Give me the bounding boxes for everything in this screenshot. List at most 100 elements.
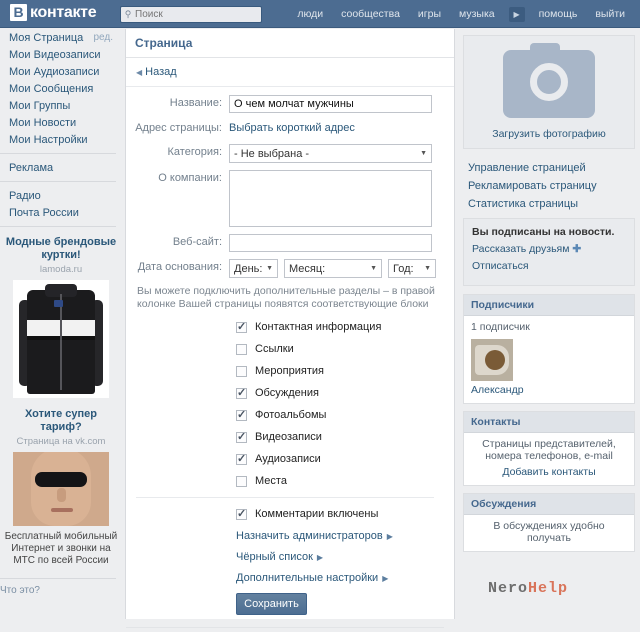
choose-short-address-link[interactable]: Выбрать короткий адрес xyxy=(229,120,355,137)
promote-page-link[interactable]: Рекламировать страницу xyxy=(464,177,635,195)
sidebar-item-my-news[interactable]: Мои Новости xyxy=(0,114,122,131)
checkbox-label: Обсуждения xyxy=(255,387,319,399)
checkbox-label: Фотоальбомы xyxy=(255,409,327,421)
checkbox-row-photo-albums[interactable]: Фотоальбомы xyxy=(236,408,444,421)
sidebar-item-my-messages[interactable]: Мои Сообщения xyxy=(0,80,122,97)
nav-item-logout[interactable]: выйти xyxy=(586,0,634,28)
year-select[interactable]: Год: ▼ xyxy=(388,259,436,278)
subscription-box: Вы подписаны на новости. Рассказать друз… xyxy=(463,218,635,286)
sidebar-item-my-videos[interactable]: Мои Видеозаписи xyxy=(0,46,122,63)
month-select[interactable]: Месяц: ▼ xyxy=(284,259,382,278)
sidebar-item-radio[interactable]: Радио xyxy=(0,187,122,204)
nav-item-games[interactable]: игры xyxy=(409,0,450,28)
sidebar-item-russian-post[interactable]: Почта России xyxy=(0,204,122,221)
sidebar-item-my-page[interactable]: Моя Страница ред. xyxy=(0,29,122,46)
checkbox-discussions[interactable] xyxy=(236,386,247,399)
field-label-about: О компании: xyxy=(158,172,222,184)
search-box[interactable]: ⚲ xyxy=(120,6,262,23)
link-label: Чёрный список xyxy=(236,551,313,563)
checkbox-row-audio[interactable]: Аудиозаписи xyxy=(236,452,444,465)
subscription-status: Вы подписаны на новости. xyxy=(472,226,615,238)
camera-icon xyxy=(503,43,595,118)
tell-friends-link[interactable]: Рассказать друзьям ✚ xyxy=(472,243,626,255)
website-input[interactable] xyxy=(229,234,432,252)
subscribers-body: 1 подписчик Александр xyxy=(464,316,634,403)
sidebar-ad-jackets[interactable]: Модные брендовые куртки! lamoda.ru xyxy=(0,232,122,404)
chevron-down-icon: ▼ xyxy=(424,265,431,272)
ad-domain: Страница на vk.com xyxy=(16,436,106,447)
sidebar-divider-3 xyxy=(0,226,116,227)
contacts-body: Страницы представителей, номера телефоно… xyxy=(464,433,634,485)
day-select[interactable]: День: ▼ xyxy=(229,259,278,278)
checkbox-photo-albums[interactable] xyxy=(236,408,247,421)
checkbox-places[interactable] xyxy=(236,475,247,487)
sidebar-item-my-audio[interactable]: Мои Аудиозаписи xyxy=(0,63,122,80)
ad-domain: lamoda.ru xyxy=(39,264,83,275)
checkbox-row-discussions[interactable]: Обсуждения xyxy=(236,386,444,399)
avatar[interactable] xyxy=(471,339,513,381)
sidebar-edit-link[interactable]: ред. xyxy=(93,32,113,43)
manage-page-link[interactable]: Управление страницей xyxy=(464,159,635,177)
search-input[interactable] xyxy=(135,8,253,21)
arrow-right-icon: ▶ xyxy=(316,553,324,562)
assign-administrators-link[interactable]: Назначить администраторов ▶ xyxy=(236,530,444,542)
face-photo xyxy=(13,452,109,526)
checkbox-links[interactable] xyxy=(236,343,247,355)
date-selectors: День: ▼ Месяц: ▼ Год: ▼ xyxy=(229,259,436,278)
checkbox-videos[interactable] xyxy=(236,430,247,443)
field-row-category: Категория: - Не выбрана - ▼ xyxy=(126,144,444,163)
chevron-down-icon: ▼ xyxy=(420,150,427,157)
discussions-panel: Обсуждения В обсуждениях удобно получать xyxy=(463,493,635,552)
chevron-down-icon: ▼ xyxy=(266,265,273,272)
unsubscribe-link[interactable]: Отписаться xyxy=(472,260,626,272)
sidebar-divider-4 xyxy=(0,578,116,579)
subscribers-title: Подписчики xyxy=(464,295,634,316)
checkbox-row-videos[interactable]: Видеозаписи xyxy=(236,430,444,443)
checkbox-row-contact-info[interactable]: Контактная информация xyxy=(236,320,444,333)
field-label-name: Название: xyxy=(169,97,222,109)
sidebar-divider-1 xyxy=(0,153,116,154)
discussions-body: В обсуждениях удобно получать xyxy=(464,515,634,551)
sidebar-item-my-groups[interactable]: Мои Группы xyxy=(0,97,122,114)
ad-what-is-this-link[interactable]: Что это? xyxy=(0,585,122,596)
back-row[interactable]: ◀ Назад xyxy=(126,58,454,87)
page-statistics-link[interactable]: Статистика страницы xyxy=(464,195,635,213)
photo-upload-box[interactable]: Загрузить фотографию xyxy=(463,35,635,149)
checkbox-audio[interactable] xyxy=(236,452,247,465)
day-select-value: День: xyxy=(234,262,263,275)
save-button[interactable]: Сохранить xyxy=(236,593,307,615)
logo-text: контакте xyxy=(30,4,97,21)
checkbox-events[interactable] xyxy=(236,365,247,377)
checkbox-comments-enabled[interactable] xyxy=(236,507,247,520)
nav-item-music[interactable]: музыка xyxy=(450,0,504,28)
sidebar-item-advertising[interactable]: Реклама xyxy=(0,159,122,176)
checkbox-label: Места xyxy=(255,475,287,487)
back-link[interactable]: Назад xyxy=(145,66,177,78)
sidebar-item-my-settings[interactable]: Мои Настройки xyxy=(0,131,122,148)
blacklist-link[interactable]: Чёрный список ▶ xyxy=(236,551,444,563)
checkbox-contact-info[interactable] xyxy=(236,320,247,333)
checkbox-row-events[interactable]: Мероприятия xyxy=(236,365,444,377)
about-textarea[interactable] xyxy=(229,170,432,227)
back-arrow-icon: ◀ xyxy=(136,68,143,77)
nav-item-people[interactable]: люди xyxy=(288,0,332,28)
upload-photo-link[interactable]: Загрузить фотографию xyxy=(464,128,634,140)
checkbox-row-links[interactable]: Ссылки xyxy=(236,343,444,355)
discussions-description: В обсуждениях удобно получать xyxy=(493,520,605,544)
checkbox-row-comments-enabled[interactable]: Комментарии включены xyxy=(236,507,444,520)
name-input[interactable] xyxy=(229,95,432,113)
vk-logo[interactable]: В контакте xyxy=(10,4,97,21)
checkbox-label: Аудиозаписи xyxy=(255,453,321,465)
link-label: Назначить администраторов xyxy=(236,530,383,542)
additional-settings-link[interactable]: Дополнительные настройки ▶ xyxy=(236,572,444,584)
subscriber-name-link[interactable]: Александр xyxy=(471,384,627,396)
add-contacts-link[interactable]: Добавить контакты xyxy=(471,466,627,478)
nav-item-help[interactable]: помощь xyxy=(530,0,587,28)
nav-more-arrow-icon[interactable]: ▶ xyxy=(508,6,525,22)
arrow-right-icon: ▶ xyxy=(386,532,393,541)
sidebar-ad-tariff[interactable]: Хотите супер тариф? Страница на vk.com Б… xyxy=(0,404,122,573)
checkbox-row-places[interactable]: Места xyxy=(236,475,444,487)
nav-item-communities[interactable]: сообщества xyxy=(332,0,409,28)
category-select[interactable]: - Не выбрана - ▼ xyxy=(229,144,432,163)
field-row-name: Название: xyxy=(126,95,444,113)
